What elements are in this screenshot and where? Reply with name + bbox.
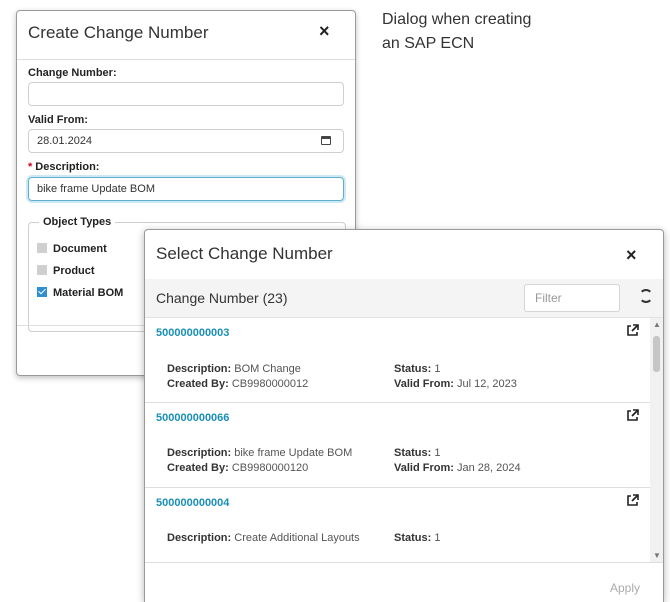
item-number-link[interactable]: 500000000004	[156, 497, 229, 509]
select-change-number-dialog: Select Change Number × Change Number (23…	[144, 229, 664, 602]
object-types-legend: Object Types	[39, 216, 116, 228]
filter-input[interactable]: Filter	[524, 284, 620, 312]
checkbox-label: Product	[53, 265, 95, 277]
item-description: Description: Create Additional Layouts	[167, 532, 360, 544]
item-status: Status: 1	[394, 363, 441, 375]
caption-line-2: an SAP ECN	[382, 35, 475, 52]
description-label: * Description:	[28, 161, 99, 173]
checkbox-icon[interactable]	[37, 265, 47, 275]
item-status: Status: 1	[394, 532, 441, 544]
item-created-by: Created By: CB9980000012	[167, 378, 309, 390]
item-valid-from: Valid From: Jul 12, 2023	[394, 378, 517, 390]
checkbox-label: Material BOM	[53, 287, 124, 299]
dialog-title: Select Change Number	[156, 244, 333, 263]
close-icon[interactable]: ×	[319, 21, 330, 42]
checkbox-product[interactable]: Product	[37, 265, 95, 277]
apply-button[interactable]: Apply	[610, 581, 640, 595]
close-icon[interactable]: ×	[626, 245, 637, 266]
item-description: Description: BOM Change	[167, 363, 301, 375]
checkbox-label: Document	[53, 243, 107, 255]
item-number-link[interactable]: 500000000003	[156, 327, 229, 339]
checkbox-checked-icon[interactable]	[37, 287, 47, 297]
scrollbar-thumb[interactable]	[653, 336, 660, 372]
description-input[interactable]: bike frame Update BOM	[28, 177, 344, 201]
change-number-input[interactable]	[28, 82, 344, 106]
caption-text: Dialog when creating an SAP ECN	[382, 8, 531, 56]
scroll-up-icon[interactable]: ▲	[653, 320, 661, 329]
item-status: Status: 1	[394, 447, 441, 459]
valid-from-label: Valid From:	[28, 114, 88, 126]
item-created-by: Created By: CB9980000120	[167, 462, 309, 474]
dialog-footer: Apply	[145, 562, 663, 602]
list-toolbar: Change Number (23) Filter	[145, 279, 663, 318]
valid-from-value: 28.01.2024	[37, 135, 93, 147]
calendar-icon[interactable]	[321, 136, 331, 145]
external-link-icon[interactable]	[626, 324, 639, 337]
dialog-title: Create Change Number	[28, 23, 209, 42]
item-number-link[interactable]: 500000000066	[156, 412, 229, 424]
item-description: Description: bike frame Update BOM	[167, 447, 353, 459]
external-link-icon[interactable]	[626, 409, 639, 422]
list-scrollbar[interactable]: ▲ ▼	[650, 318, 663, 562]
header-divider	[17, 59, 355, 60]
change-number-list: 500000000003 Description: BOM Change Cre…	[145, 318, 650, 562]
list-item[interactable]: 500000000003 Description: BOM Change Cre…	[145, 318, 650, 403]
valid-from-input[interactable]: 28.01.2024	[28, 129, 344, 153]
list-heading: Change Number (23)	[156, 290, 288, 306]
caption-line-1: Dialog when creating	[382, 11, 532, 28]
external-link-icon[interactable]	[626, 494, 639, 507]
list-item[interactable]: 500000000004 Description: Create Additio…	[145, 488, 650, 562]
refresh-icon[interactable]	[639, 289, 653, 303]
checkbox-material-bom[interactable]: Material BOM	[37, 287, 123, 299]
list-item[interactable]: 500000000066 Description: bike frame Upd…	[145, 403, 650, 488]
scroll-down-icon[interactable]: ▼	[653, 551, 661, 560]
required-marker: *	[28, 161, 33, 173]
item-valid-from: Valid From: Jan 28, 2024	[394, 462, 521, 474]
description-label-text: Description:	[35, 161, 100, 173]
change-number-label: Change Number:	[28, 67, 117, 79]
checkbox-icon[interactable]	[37, 243, 47, 253]
checkbox-document[interactable]: Document	[37, 243, 107, 255]
